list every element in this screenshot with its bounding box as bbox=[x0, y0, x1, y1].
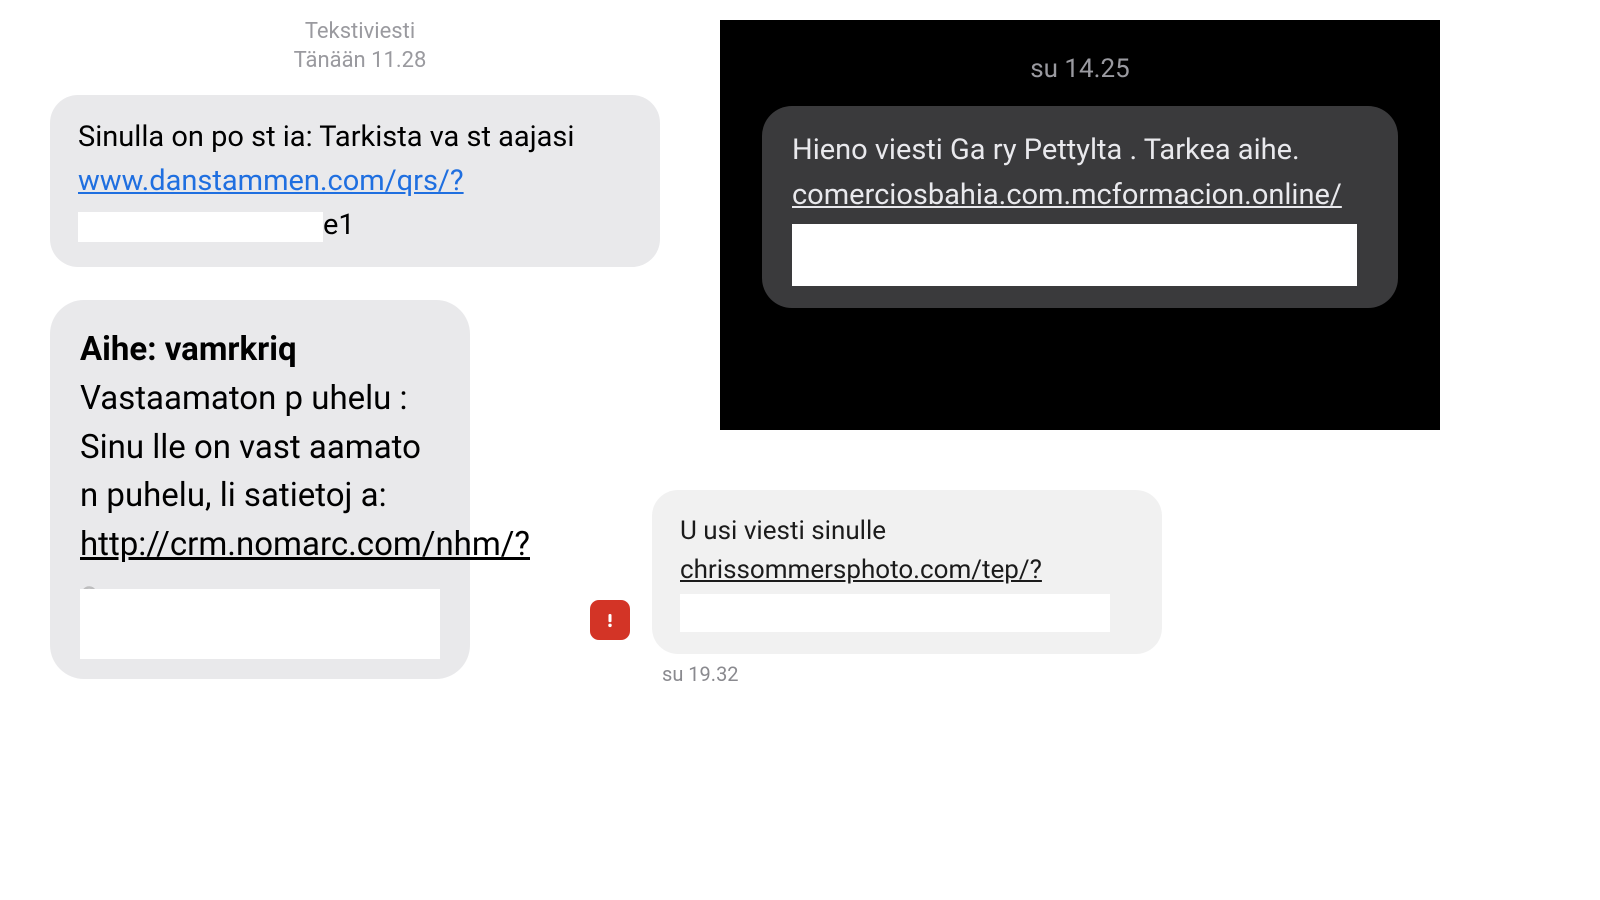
message-1-link[interactable]: www.danstammen.com/qrs/? bbox=[78, 164, 464, 198]
subject-label: Aihe: bbox=[80, 330, 165, 369]
dark-message-panel: su 14.25 Hieno viesti Ga ry Pettylta . T… bbox=[720, 20, 1440, 430]
message-3-text: Hieno viesti Ga ry Pettylta . Tarkea aih… bbox=[792, 133, 1300, 167]
message-bubble-1[interactable]: Sinulla on po st ia: Tarkista va st aaja… bbox=[50, 95, 660, 267]
redaction-block bbox=[680, 594, 1110, 632]
message-4-container: U usi viesti sinulle chrissommersphoto.c… bbox=[590, 490, 1180, 686]
sms-header-type: Tekstiviesti bbox=[50, 18, 670, 47]
redaction-block bbox=[80, 589, 440, 659]
message-bubble-4[interactable]: U usi viesti sinulle chrissommersphoto.c… bbox=[652, 490, 1162, 654]
message-bubble-2[interactable]: Aihe: vamrkriq Vastaamaton p uhelu : Sin… bbox=[50, 300, 470, 679]
message-bubble-3[interactable]: Hieno viesti Ga ry Pettylta . Tarkea aih… bbox=[762, 106, 1398, 308]
message-2-link[interactable]: http://crm.nomarc.com/nhm/? bbox=[80, 525, 530, 564]
sms-header: Tekstiviesti Tänään 11.28 bbox=[50, 18, 670, 75]
message-4-link[interactable]: chrissommersphoto.com/tep/? bbox=[680, 555, 1042, 585]
message-3-link[interactable]: comerciosbahia.com.mcformacion.online/ bbox=[792, 178, 1342, 212]
message-4-text: U usi viesti sinulle bbox=[680, 512, 1134, 551]
spam-warning-icon bbox=[590, 600, 630, 640]
message-2-subject: Aihe: vamrkriq bbox=[80, 326, 440, 375]
message-3-timestamp: su 14.25 bbox=[762, 54, 1398, 84]
message-1-trail: e1 bbox=[323, 208, 355, 242]
message-4-timestamp: su 19.32 bbox=[662, 662, 1180, 686]
redaction-block bbox=[792, 224, 1357, 286]
subject-value: vamrkriq bbox=[165, 330, 297, 369]
message-2-body: Vastaamaton p uhelu : Sinu lle on vast a… bbox=[80, 375, 440, 521]
redaction-block bbox=[78, 212, 323, 242]
message-1-text: Sinulla on po st ia: Tarkista va st aaja… bbox=[78, 120, 574, 154]
sms-header-time: Tänään 11.28 bbox=[50, 47, 670, 76]
